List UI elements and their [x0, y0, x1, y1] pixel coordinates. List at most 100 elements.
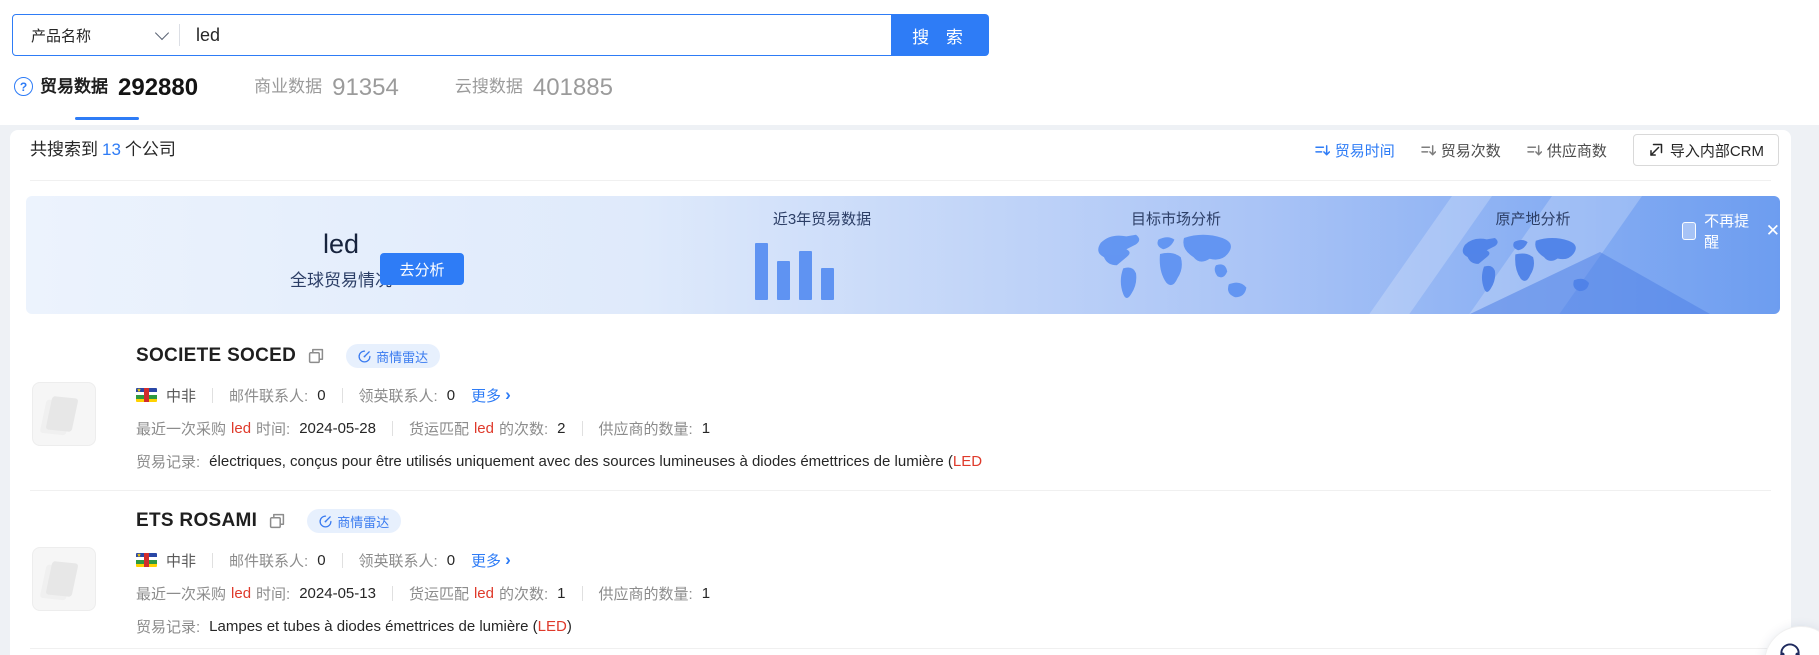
business-radar-badge[interactable]: 商情雷达	[346, 344, 440, 368]
world-map-icon	[1088, 230, 1264, 314]
active-tab-underline	[75, 117, 139, 120]
keyword-highlight: led	[231, 420, 251, 437]
linkedin-contacts-value: 0	[447, 387, 455, 404]
chevron-right-icon: ›	[505, 550, 511, 570]
trade-record-label: 贸易记录:	[136, 451, 200, 472]
country-name: 中非	[166, 550, 196, 571]
headset-icon	[1777, 639, 1803, 655]
country-flag-icon	[136, 388, 157, 402]
search-input[interactable]	[180, 25, 891, 46]
supplier-count-value: 1	[702, 585, 710, 602]
divider	[582, 586, 583, 601]
linkedin-contacts-label: 领英联系人:	[359, 550, 438, 571]
supplier-count-value: 1	[702, 420, 710, 437]
sort-icon	[1315, 144, 1330, 157]
company-thumbnail	[32, 547, 96, 611]
trade-bar	[777, 261, 790, 300]
copy-icon[interactable]	[269, 513, 285, 529]
supplier-count-label: 供应商的数量:	[599, 418, 693, 439]
last-purchase-date: 2024-05-28	[299, 420, 376, 437]
company-name[interactable]: ETS ROSAMI	[136, 510, 257, 532]
tab-label: 贸易数据	[40, 72, 108, 100]
freight-match-label-2: 的次数:	[499, 583, 548, 604]
main-area: 共搜索到13个公司 贸易时间 贸易次数 供应商数 导入内部CRM	[0, 125, 1819, 655]
trade-record-text: électriques, conçus pour être utilisés u…	[209, 453, 953, 470]
search-category-dropdown[interactable]: 产品名称	[13, 25, 179, 46]
more-link[interactable]: 更多›	[471, 550, 511, 571]
search-button[interactable]: 搜 索	[892, 14, 989, 56]
trade-record-label: 贸易记录:	[136, 616, 200, 637]
header-divider	[30, 180, 1771, 181]
sort-supplier-count[interactable]: 供应商数	[1527, 140, 1607, 161]
divider	[392, 421, 393, 436]
card-divider	[30, 490, 1771, 491]
results-summary: 共搜索到13个公司	[30, 138, 176, 162]
company-name[interactable]: SOCIETE SOCED	[136, 345, 296, 367]
divider	[342, 388, 343, 403]
card-divider	[30, 648, 1771, 649]
last-purchase-label: 最近一次采购	[136, 583, 226, 604]
linkedin-contacts-label: 领英联系人:	[359, 385, 438, 406]
trade-record-highlight: LED	[538, 618, 567, 635]
sort-trade-time[interactable]: 贸易时间	[1315, 140, 1395, 161]
search-bar: 产品名称 搜 索	[12, 14, 989, 56]
tab-label: 云搜数据	[455, 72, 523, 100]
sort-icon	[1421, 144, 1436, 157]
linkedin-contacts-value: 0	[447, 552, 455, 569]
more-label: 更多	[471, 550, 501, 571]
freight-match-value: 1	[557, 585, 565, 602]
sort-label: 贸易次数	[1441, 140, 1501, 161]
tab-cloud-search[interactable]: 云搜数据 401885	[455, 72, 613, 100]
world-map-icon	[1454, 232, 1604, 309]
keyword-highlight: led	[474, 420, 494, 437]
analyze-button[interactable]: 去分析	[380, 253, 464, 285]
analysis-banner: led 全球贸易情况 去分析 近3年贸易数据 目标市场分析	[26, 196, 1780, 314]
more-label: 更多	[471, 385, 501, 406]
supplier-count-label: 供应商的数量:	[599, 583, 693, 604]
last-purchase-label-2: 时间:	[256, 583, 290, 604]
tab-business-data[interactable]: 商业数据 91354	[254, 72, 399, 100]
copy-icon[interactable]	[308, 348, 324, 364]
page: 产品名称 搜 索 ? 贸易数据 292880 商业数据 91354 云搜数据 4…	[0, 0, 1819, 655]
sort-trade-count[interactable]: 贸易次数	[1421, 140, 1501, 161]
trade-bar	[821, 268, 834, 300]
company-thumbnail	[32, 382, 96, 446]
badge-label: 商情雷达	[337, 512, 389, 531]
dismiss-checkbox[interactable]	[1682, 222, 1696, 240]
company-card: ETS ROSAMI 商情雷达 中非 邮件联系人:	[32, 507, 710, 637]
business-radar-badge[interactable]: 商情雷达	[307, 509, 401, 533]
sort-label: 贸易时间	[1335, 140, 1395, 161]
email-contacts-label: 邮件联系人:	[229, 385, 308, 406]
sort-toolbar: 贸易时间 贸易次数 供应商数 导入内部CRM	[1315, 134, 1779, 166]
radar-icon	[358, 350, 371, 363]
freight-match-label: 货运匹配	[409, 583, 469, 604]
trade-bars	[755, 242, 834, 300]
close-icon[interactable]: ✕	[1766, 223, 1780, 239]
results-suffix: 个公司	[125, 140, 176, 159]
last-purchase-label-2: 时间:	[256, 418, 290, 439]
more-link[interactable]: 更多›	[471, 385, 511, 406]
results-count: 13	[102, 140, 121, 159]
chevron-right-icon: ›	[505, 385, 511, 405]
tab-trade-data[interactable]: ? 贸易数据 292880	[14, 72, 198, 100]
search-box: 产品名称	[12, 14, 892, 56]
results-prefix: 共搜索到	[30, 140, 98, 159]
dismiss-group: 不再提醒 ✕	[1682, 210, 1780, 252]
import-crm-button[interactable]: 导入内部CRM	[1633, 134, 1779, 166]
company-card: SOCIETE SOCED 商情雷达 中非 邮件联系人:	[32, 342, 982, 472]
trade-record-text: Lampes et tubes à diodes émettrices de l…	[209, 618, 538, 635]
import-icon	[1648, 142, 1664, 158]
tab-count: 401885	[533, 76, 613, 100]
banner-market-title: 目标市场分析	[1086, 208, 1266, 229]
import-crm-label: 导入内部CRM	[1670, 140, 1764, 161]
help-icon[interactable]: ?	[14, 77, 33, 96]
trade-record-tail: )	[567, 618, 572, 635]
tab-count: 91354	[332, 76, 399, 100]
country-flag-icon	[136, 553, 157, 567]
sort-icon	[1527, 144, 1542, 157]
divider	[212, 388, 213, 403]
radar-icon	[319, 515, 332, 528]
banner-trade-title: 近3年贸易数据	[732, 208, 912, 229]
email-contacts-value: 0	[317, 387, 325, 404]
chevron-down-icon	[155, 26, 169, 40]
